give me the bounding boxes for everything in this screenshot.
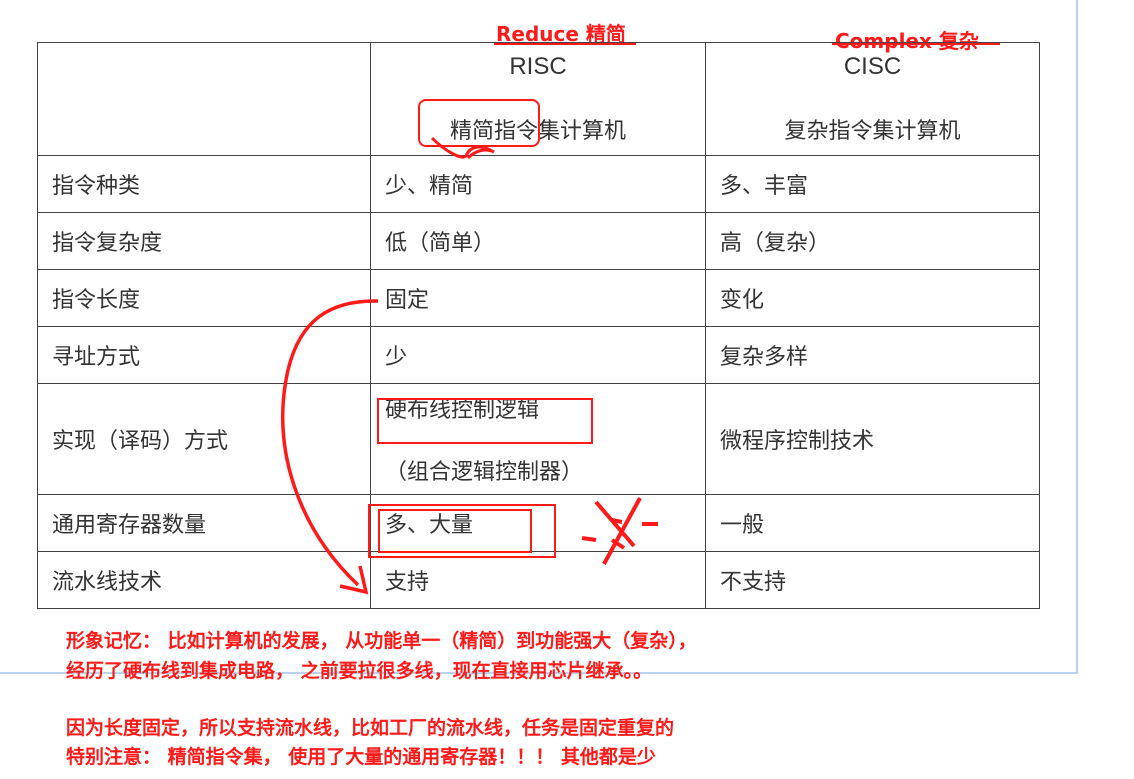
attr-cell: 寻址方式 xyxy=(37,326,371,384)
risc-cell: 少 xyxy=(370,326,706,384)
cisc-cell: 高（复杂） xyxy=(705,212,1040,270)
risc-impl-line2: （组合逻辑控制器） xyxy=(385,460,584,485)
risc-cell: 支持 xyxy=(370,551,706,609)
risc-cell: 固定 xyxy=(370,269,706,327)
note-line-3: 因为长度固定，所以支持流水线，比如工厂的流水线，任务是固定重复的 xyxy=(66,717,675,739)
table-row: 寻址方式 少 复杂多样 xyxy=(37,326,1040,384)
header-cisc-cell: CISC 复杂指令集计算机 xyxy=(705,42,1040,156)
table-row: 指令长度 固定 变化 xyxy=(37,269,1040,327)
annotation-box-registers-inner xyxy=(378,509,532,553)
cisc-cell: 多、丰富 xyxy=(705,155,1040,213)
note-line-4: 特别注意： 精简指令集， 使用了大量的通用寄存器！！！ 其他都是少 xyxy=(66,746,656,768)
table-row: 流水线技术 支持 不支持 xyxy=(37,551,1040,609)
annotation-box-hardwired xyxy=(377,398,593,444)
cisc-cell: 微程序控制技术 xyxy=(705,383,1040,495)
attr-cell: 通用寄存器数量 xyxy=(37,494,371,552)
attr-cell: 指令种类 xyxy=(37,155,371,213)
table-row: 指令复杂度 低（简单） 高（复杂） xyxy=(37,212,1040,270)
cisc-cell: 复杂多样 xyxy=(705,326,1040,384)
cisc-cell: 变化 xyxy=(705,269,1040,327)
attr-cell: 实现（译码）方式 xyxy=(37,383,371,495)
header-empty-cell xyxy=(37,42,371,156)
risc-cell: 少、精简 xyxy=(370,155,706,213)
risc-cell: 低（简单） xyxy=(370,212,706,270)
attr-cell: 流水线技术 xyxy=(37,551,371,609)
note-line-2: 经历了硬布线到集成电路， 之前要拉很多线，现在直接用芯片继承。。 xyxy=(66,660,653,682)
attr-cell: 指令复杂度 xyxy=(37,212,371,270)
table-row: 指令种类 少、精简 多、丰富 xyxy=(37,155,1040,213)
annotation-box-risc-name xyxy=(418,99,540,147)
note-line-1: 形象记忆： 比如计算机的发展， 从功能单一（精简）到功能强大（复杂）， xyxy=(66,630,697,652)
cisc-cell: 一般 xyxy=(705,494,1040,552)
risc-code: RISC xyxy=(509,53,567,80)
cisc-code: CISC xyxy=(843,53,902,80)
cisc-cell: 不支持 xyxy=(705,551,1040,609)
attr-cell: 指令长度 xyxy=(37,269,371,327)
cisc-full-name: 复杂指令集计算机 xyxy=(784,119,961,144)
